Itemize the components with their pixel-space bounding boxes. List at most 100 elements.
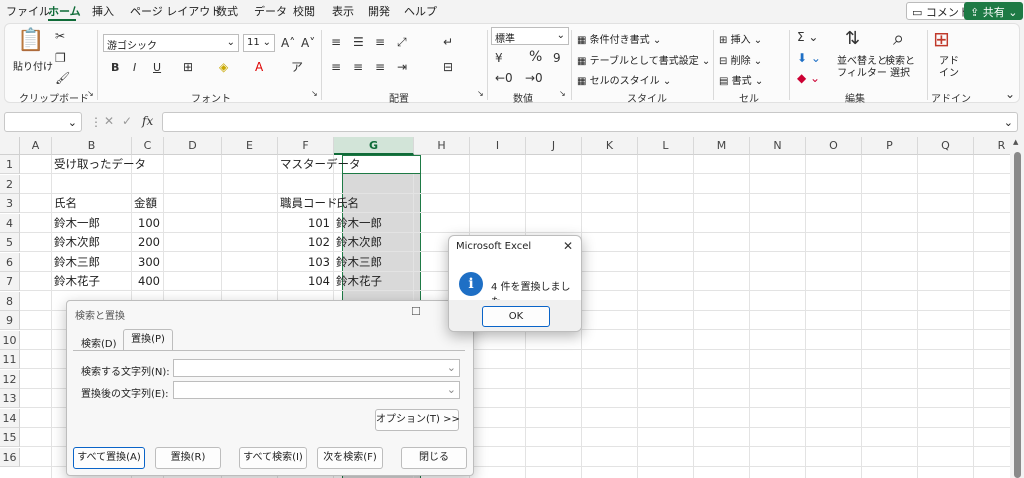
- close-dialog-button[interactable]: 閉じる: [401, 447, 467, 469]
- merge-center-icon[interactable]: ⊟: [443, 61, 453, 73]
- cell-f7[interactable]: 104: [278, 272, 330, 291]
- increase-font-icon[interactable]: A˄: [281, 37, 295, 49]
- align-top-icon[interactable]: ≡: [331, 36, 341, 48]
- chevron-down-icon[interactable]: ⌄: [447, 383, 456, 396]
- align-center-icon[interactable]: ≡: [353, 61, 363, 73]
- menu-review[interactable]: 校閲: [293, 3, 315, 19]
- column-header-f[interactable]: F: [278, 137, 334, 155]
- column-header-a[interactable]: A: [20, 137, 52, 155]
- borders-icon[interactable]: ⊞: [183, 61, 193, 73]
- share-button[interactable]: ⇪ 共有 ⌄: [964, 2, 1024, 20]
- cell-b7[interactable]: 鈴木花子: [54, 272, 100, 291]
- cut-icon[interactable]: ✂: [55, 30, 65, 42]
- ok-button[interactable]: OK: [482, 306, 550, 327]
- column-header-q[interactable]: Q: [918, 137, 974, 155]
- italic-button[interactable]: I: [133, 62, 136, 73]
- column-header-d[interactable]: D: [164, 137, 222, 155]
- font-launcher-icon[interactable]: ↘: [311, 90, 318, 98]
- format-painter-icon[interactable]: 🖌: [55, 72, 70, 84]
- align-left-icon[interactable]: ≡: [331, 61, 341, 73]
- find-what-input[interactable]: ⌄: [173, 359, 460, 377]
- scroll-up-icon[interactable]: ▲: [1013, 139, 1018, 146]
- cell-f6[interactable]: 103: [278, 253, 330, 272]
- row-header-3[interactable]: 3: [0, 194, 20, 213]
- row-header-4[interactable]: 4: [0, 213, 20, 233]
- column-header-i[interactable]: I: [470, 137, 526, 155]
- column-header-r[interactable]: R: [974, 137, 1010, 155]
- cell-f5[interactable]: 102: [278, 233, 330, 252]
- delete-cells-button[interactable]: ⊟ 削除 ⌄: [719, 52, 762, 67]
- tab-find[interactable]: 検索(D): [81, 335, 117, 350]
- font-name-select[interactable]: 游ゴシック ⌄: [103, 34, 239, 52]
- addins-button[interactable]: アド イン: [939, 56, 959, 80]
- menu-developer[interactable]: 開発: [368, 3, 390, 19]
- cell-b1[interactable]: 受け取ったデータ: [54, 155, 146, 174]
- options-button[interactable]: オプション(T) >>: [375, 409, 460, 431]
- menu-home[interactable]: ホーム: [48, 3, 81, 19]
- row-header-5[interactable]: 5: [0, 233, 20, 252]
- sort-filter-icon[interactable]: ⇅: [845, 30, 860, 48]
- conditional-format-button[interactable]: ▦ 条件付き書式 ⌄: [577, 31, 661, 46]
- column-header-b[interactable]: B: [52, 137, 132, 155]
- number-format-select[interactable]: 標準 ⌄: [491, 27, 569, 45]
- menu-formulas[interactable]: 数式: [216, 3, 238, 19]
- formula-input[interactable]: ⌄: [162, 112, 1018, 132]
- find-next-button[interactable]: 次を検索(F): [317, 447, 383, 469]
- format-cells-button[interactable]: ▤ 書式 ⌄: [719, 72, 763, 87]
- cell-c5[interactable]: 200: [132, 233, 160, 252]
- row-header-2[interactable]: 2: [0, 174, 20, 194]
- phonetic-icon[interactable]: ア: [291, 61, 303, 73]
- column-header-k[interactable]: K: [582, 137, 638, 155]
- cell-b3[interactable]: 氏名: [54, 194, 77, 213]
- maximize-icon[interactable]: ☐: [411, 305, 421, 318]
- confirm-entry-icon[interactable]: ✓: [122, 115, 132, 127]
- font-size-select[interactable]: 11 ⌄: [243, 34, 275, 52]
- cell-c3[interactable]: 金額: [134, 194, 157, 213]
- addins-icon[interactable]: ⊞: [933, 29, 950, 49]
- find-all-button[interactable]: すべて検索(I): [239, 447, 307, 469]
- sort-filter-button[interactable]: 並べ替えと フィルター: [837, 56, 887, 80]
- row-header-7[interactable]: 7: [0, 272, 20, 291]
- clear-icon[interactable]: ◆ ⌄: [797, 72, 820, 84]
- number-launcher-icon[interactable]: ↘: [559, 90, 566, 98]
- find-select-button[interactable]: 検索と 選択: [885, 56, 915, 80]
- insert-function-icon[interactable]: fx: [142, 115, 153, 127]
- replace-all-button[interactable]: すべて置換(A): [73, 447, 145, 469]
- chevron-down-icon[interactable]: ⌄: [447, 361, 456, 374]
- tab-replace[interactable]: 置換(P): [123, 329, 173, 351]
- cell-g5[interactable]: 鈴木次郎: [336, 233, 382, 252]
- bold-button[interactable]: B: [111, 62, 119, 73]
- autosum-icon[interactable]: Σ ⌄: [797, 31, 818, 43]
- row-header-12[interactable]: 12: [0, 369, 20, 389]
- cell-b4[interactable]: 鈴木一郎: [54, 214, 100, 233]
- row-header-6[interactable]: 6: [0, 252, 20, 272]
- accounting-format-icon[interactable]: ¥: [495, 52, 503, 64]
- decrease-font-icon[interactable]: A˅: [301, 37, 315, 49]
- find-select-icon[interactable]: ⌕: [893, 28, 904, 48]
- name-box[interactable]: ⌄: [4, 112, 82, 132]
- cell-c7[interactable]: 400: [132, 272, 160, 291]
- font-color-icon[interactable]: A: [255, 61, 263, 73]
- row-header-9[interactable]: 9: [0, 311, 20, 330]
- column-header-c[interactable]: C: [132, 137, 164, 155]
- column-header-o[interactable]: O: [806, 137, 862, 155]
- paste-button[interactable]: 貼り付け: [13, 58, 53, 73]
- indent-icon[interactable]: ⇥: [397, 61, 407, 73]
- column-header-m[interactable]: M: [694, 137, 750, 155]
- column-header-h[interactable]: H: [414, 137, 470, 155]
- menu-help[interactable]: ヘルプ: [404, 3, 437, 19]
- decrease-decimal-icon[interactable]: →0: [525, 72, 543, 84]
- menu-insert[interactable]: 挿入: [92, 3, 114, 19]
- align-bottom-icon[interactable]: ≡: [375, 36, 385, 48]
- column-header-e[interactable]: E: [222, 137, 278, 155]
- comma-icon[interactable]: 9: [553, 52, 561, 64]
- row-header-16[interactable]: 16: [0, 447, 20, 467]
- column-header-p[interactable]: P: [862, 137, 918, 155]
- column-header-n[interactable]: N: [750, 137, 806, 155]
- insert-cells-button[interactable]: ⊞ 挿入 ⌄: [719, 31, 762, 46]
- column-header-j[interactable]: J: [526, 137, 582, 155]
- row-header-15[interactable]: 15: [0, 428, 20, 447]
- row-header-8[interactable]: 8: [0, 291, 20, 311]
- clipboard-launcher-icon[interactable]: ↘: [87, 90, 94, 98]
- align-right-icon[interactable]: ≡: [375, 61, 385, 73]
